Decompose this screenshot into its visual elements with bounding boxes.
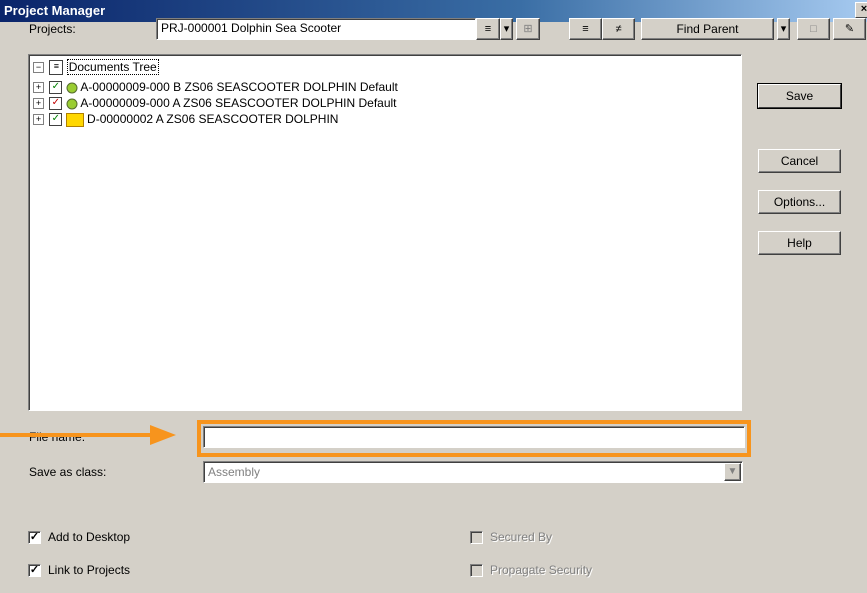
assembly-icon [66,82,78,94]
options-button[interactable]: Options... [758,190,841,214]
save-as-class-select[interactable]: Assembly ▼ [203,461,743,483]
secured-by-label: Secured By [490,530,553,544]
link-to-projects-checkbox[interactable]: ✓ [28,564,41,577]
tree-item[interactable]: + ✓ D-00000002 A ZS06 SEASCOOTER DOLPHIN [33,111,338,127]
expand-node-icon[interactable]: + [33,98,44,110]
tree-root-label: Documents Tree [66,59,159,75]
tree-item[interactable]: + ✓ A-00000009-000 A ZS06 SEASCOOTER DOL… [33,95,397,111]
tree-view-dropdown-icon[interactable]: ▾ [500,18,513,40]
tree-item-label: D-00000002 A ZS06 SEASCOOTER DOLPHIN [87,112,339,126]
expand-icon[interactable]: ⊞ [516,18,540,40]
new-folder-icon[interactable]: □ [797,18,830,40]
drawing-icon [65,112,84,127]
find-parent-dropdown-icon[interactable]: ▾ [777,18,790,40]
propagate-security-label: Propagate Security [490,563,593,577]
propagate-security-checkbox [470,564,483,577]
help-button[interactable]: Help [758,231,841,255]
hierarchy-alt-icon[interactable]: ≠ [602,18,635,40]
options-label: Options... [773,195,826,209]
add-to-desktop-label: Add to Desktop [48,530,131,544]
save-label: Save [785,89,814,103]
close-button[interactable]: × [855,2,867,18]
secured-by-checkbox [470,531,483,544]
tree-view-icon[interactable]: ≡ [476,18,500,40]
arrow-right-icon [150,425,176,445]
help-label: Help [787,236,812,250]
save-button[interactable]: Save [758,84,841,108]
tree-item[interactable]: + ✓ A-00000009-000 B ZS06 SEASCOOTER DOL… [33,79,398,95]
find-parent-label: Find Parent [676,22,739,36]
checked-in-icon: ✓ [49,81,63,95]
tree-root[interactable]: − ≡ Documents Tree [33,59,159,76]
projects-label: Projects: [29,22,76,36]
assembly-icon [66,98,78,110]
save-as-class-value: Assembly [208,465,261,479]
cancel-button[interactable]: Cancel [758,149,841,173]
tree-item-label: A-00000009-000 B ZS06 SEASCOOTER DOLPHIN… [80,80,398,94]
checked-in-icon: ✓ [49,113,63,127]
properties-icon[interactable]: ✎ [833,18,866,40]
expand-node-icon[interactable]: + [33,114,44,126]
cancel-label: Cancel [780,154,819,168]
window-title: Project Manager [4,3,106,18]
documents-tree-icon: ≡ [49,60,64,76]
hierarchy-icon[interactable]: ≡ [569,18,602,40]
find-parent-button[interactable]: Find Parent [641,18,774,40]
documents-tree[interactable]: − ≡ Documents Tree + ✓ A-00000009-000 B … [28,54,742,411]
projects-value: PRJ-000001 Dolphin Sea Scooter [161,21,342,35]
collapse-icon[interactable]: − [33,62,44,74]
annotation-arrow-line [0,433,150,437]
project-manager-window: Project Manager × Projects: PRJ-000001 D… [0,0,867,593]
chevron-down-icon[interactable]: ▼ [724,463,741,481]
add-to-desktop-checkbox[interactable]: ✓ [28,531,41,544]
file-name-highlight-annotation [197,420,751,457]
save-as-class-label: Save as class: [29,465,107,479]
projects-combo[interactable]: PRJ-000001 Dolphin Sea Scooter [156,18,476,40]
tree-item-label: A-00000009-000 A ZS06 SEASCOOTER DOLPHIN… [80,96,397,110]
expand-node-icon[interactable]: + [33,82,44,94]
locked-icon: ✓ [49,97,63,111]
link-to-projects-label: Link to Projects [48,563,131,577]
